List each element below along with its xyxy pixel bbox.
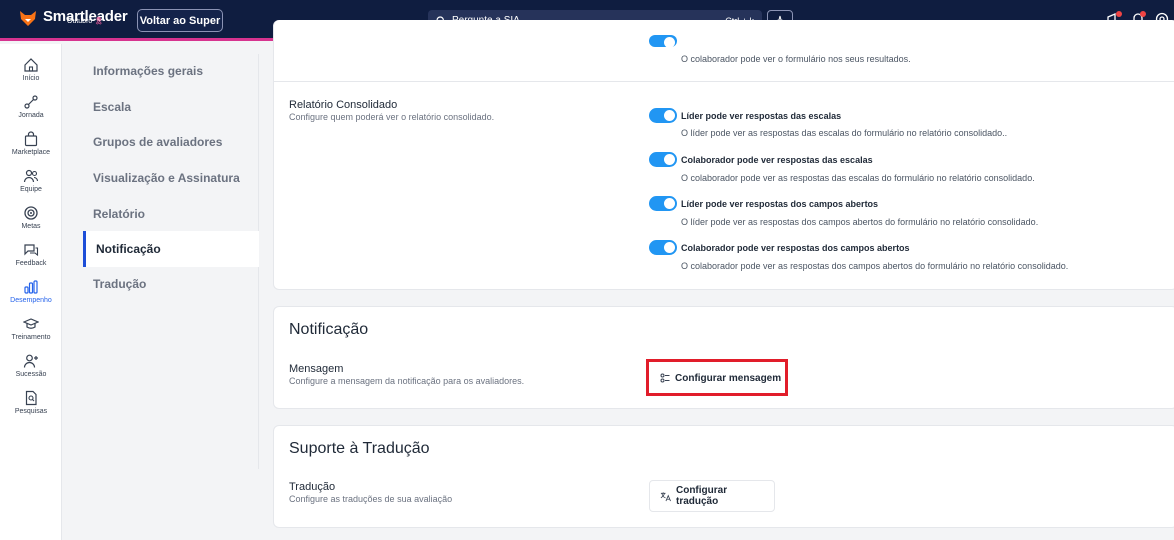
rail-item-marketplace[interactable]: Marketplace [0, 131, 62, 156]
translation-title: Suporte à Tradução [289, 440, 430, 457]
partial-toggle[interactable] [649, 35, 677, 48]
translate-icon [660, 491, 671, 501]
notification-title: Notificação [289, 321, 369, 338]
target-icon [24, 206, 38, 220]
rail-item-sucessao[interactable]: Sucessão [0, 353, 62, 378]
home-icon [24, 58, 38, 72]
option-colaborador-campos-abertos-label: Colaborador pode ver respostas dos campo… [681, 243, 910, 253]
toggle-lider-escalas[interactable] [649, 108, 677, 123]
rail-item-pesquisas[interactable]: Pesquisas [0, 390, 62, 415]
megaphone-badge [1116, 11, 1122, 17]
nav-item-traducao[interactable]: Tradução [83, 266, 259, 302]
back-to-super-button[interactable]: Voltar ao Super [137, 9, 223, 32]
nav-item-relatorio[interactable]: Relatório [83, 196, 259, 232]
toggle-lider-campos-abertos[interactable] [649, 196, 677, 211]
toggle-colaborador-campos-abertos[interactable] [649, 240, 677, 255]
configure-translation-button[interactable]: Configurar tradução [649, 480, 775, 512]
nav-item-grupos-de-avaliadores[interactable]: Grupos de avaliadores [83, 124, 259, 160]
brand-sub: Outubro 🎗 [67, 18, 104, 25]
rail-item-feedback[interactable]: Feedback [0, 242, 62, 267]
report-divider [274, 81, 1174, 82]
translation-desc: Configure as traduções de sua avaliação [289, 494, 453, 504]
route-icon [24, 95, 38, 109]
nav-item-visualizacao-e-assinatura[interactable]: Visualização e Assinatura [83, 160, 259, 196]
message-label: Mensagem [289, 363, 344, 375]
rail-item-treinamento[interactable]: Treinamento [0, 316, 62, 341]
chat-icon [24, 244, 39, 257]
section-nav: Informações gerais Escala Grupos de aval… [63, 44, 259, 540]
option-lider-campos-abertos-desc: O líder pode ver as respostas dos campos… [681, 217, 1039, 227]
bell-badge [1140, 11, 1146, 17]
option-lider-escalas-label: Líder pode ver respostas das escalas [681, 111, 842, 121]
toggle-colaborador-escalas[interactable] [649, 152, 677, 167]
option-colaborador-campos-abertos-desc: O colaborador pode ver as respostas dos … [681, 261, 1069, 271]
bag-icon [24, 131, 38, 147]
option-colaborador-escalas-desc: O colaborador pode ver as respostas das … [681, 173, 1035, 183]
nav-item-escala[interactable]: Escala [83, 89, 259, 125]
configure-translation-label: Configurar tradução [675, 485, 728, 507]
option-lider-campos-abertos-label: Líder pode ver respostas dos campos aber… [681, 199, 879, 209]
survey-icon [25, 390, 37, 406]
rail-item-jornada[interactable]: Jornada [0, 94, 62, 119]
message-desc: Configure a mensagem da notificação para… [289, 376, 525, 386]
consolidated-report-desc: Configure quem poderá ver o relatório co… [289, 112, 495, 122]
rail-item-equipe[interactable]: Equipe [0, 168, 62, 193]
left-rail: Início Jornada Marketplace Equipe Metas … [0, 44, 62, 540]
fox-logo-icon [20, 11, 36, 26]
partial-option-desc: O colaborador pode ver o formulário nos … [681, 54, 911, 64]
translation-card: Suporte à Tradução Tradução Configure as… [273, 425, 1174, 528]
nav-item-informacoes-gerais[interactable]: Informações gerais [83, 53, 259, 89]
option-colaborador-escalas-label: Colaborador pode ver respostas das escal… [681, 155, 873, 165]
option-lider-escalas-desc: O líder pode ver as respostas das escala… [681, 128, 1008, 138]
highlight-box [646, 359, 788, 396]
chart-icon [24, 280, 38, 294]
user-plus-icon [23, 354, 38, 368]
rail-item-inicio[interactable]: Início [0, 57, 62, 82]
report-card: O colaborador pode ver o formulário nos … [273, 20, 1174, 290]
graduation-icon [23, 318, 39, 329]
nav-item-notificacao[interactable]: Notificação [83, 231, 259, 267]
consolidated-report-label: Relatório Consolidado [289, 99, 398, 111]
rail-item-metas[interactable]: Metas [0, 205, 62, 230]
team-icon [23, 169, 39, 183]
rail-item-desempenho[interactable]: Desempenho [0, 279, 62, 304]
ribbon-icon: 🎗 [94, 18, 104, 25]
translation-label: Tradução [289, 481, 336, 493]
